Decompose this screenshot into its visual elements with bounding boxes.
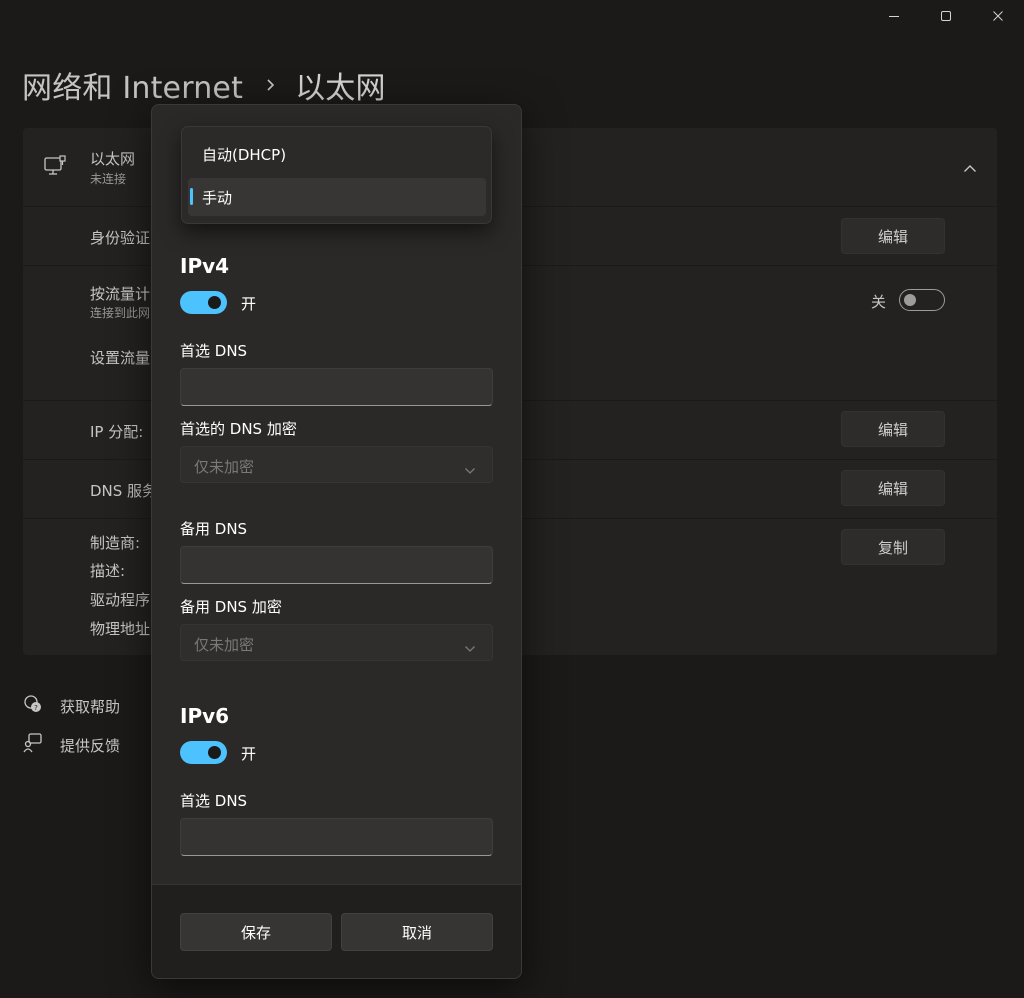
ipv4-toggle[interactable] xyxy=(180,291,227,314)
chevron-down-icon xyxy=(464,460,476,479)
mac-label: 物理地址 xyxy=(90,620,151,638)
ipv4-toggle-label: 开 xyxy=(241,295,257,313)
manufacturer-label: 制造商: xyxy=(90,534,141,552)
close-icon xyxy=(993,11,1003,21)
ip-edit-button[interactable]: 编辑 xyxy=(841,411,945,447)
breadcrumb: 网络和 Internet 以太网 xyxy=(22,62,386,108)
ipv4-preferred-enc-value: 仅未加密 xyxy=(194,458,255,476)
chevron-down-icon xyxy=(464,638,476,657)
metered-toggle-label: 关 xyxy=(870,293,886,311)
close-button[interactable] xyxy=(972,0,1024,32)
feedback-text: 提供反馈 xyxy=(60,736,121,755)
page-title: 以太网 xyxy=(295,71,386,106)
ipv4-title: IPv4 xyxy=(180,254,230,278)
metered-sub: 连接到此网 xyxy=(90,306,151,320)
minimize-icon xyxy=(889,16,899,17)
save-button[interactable]: 保存 xyxy=(180,913,332,951)
maximize-button[interactable] xyxy=(920,0,972,32)
ipv4-alternate-enc-select: 仅未加密 xyxy=(180,624,493,661)
dropdown-option-manual-label: 手动 xyxy=(202,188,233,207)
window-controls xyxy=(868,0,1024,32)
ipv4-alternate-dns-input[interactable] xyxy=(180,546,493,584)
help-links: ? 获取帮助 提供反馈 xyxy=(22,694,120,772)
copy-button[interactable]: 复制 xyxy=(841,529,945,565)
breadcrumb-parent[interactable]: 网络和 Internet xyxy=(22,63,243,107)
dropdown-option-manual[interactable]: 手动 xyxy=(188,178,486,216)
ipv4-preferred-dns-label: 首选 DNS xyxy=(180,342,248,360)
ip-label: IP 分配: xyxy=(90,423,144,441)
metered-label: 按流量计 xyxy=(90,285,151,303)
minimize-button[interactable] xyxy=(868,0,920,32)
get-help-text: 获取帮助 xyxy=(60,697,121,716)
ipv6-preferred-dns-label: 首选 DNS xyxy=(180,792,248,810)
auth-label: 身份验证 xyxy=(90,229,151,247)
ipv6-title: IPv6 xyxy=(180,704,230,728)
svg-text:?: ? xyxy=(34,704,38,712)
get-help-link[interactable]: ? 获取帮助 xyxy=(22,694,120,718)
maximize-icon xyxy=(941,11,951,21)
chevron-up-icon[interactable] xyxy=(963,159,977,178)
dropdown-option-dhcp[interactable]: 自动(DHCP) xyxy=(188,135,486,173)
dns-edit-button[interactable]: 编辑 xyxy=(841,470,945,506)
ipv6-toggle-label: 开 xyxy=(241,745,257,763)
dns-settings-dialog: IPv4 开 首选 DNS 首选的 DNS 加密 仅未加密 备用 DNS 备用 … xyxy=(151,104,522,979)
dns-label: DNS 服务 xyxy=(90,482,158,500)
help-icon: ? xyxy=(22,693,44,719)
dropdown-option-dhcp-label: 自动(DHCP) xyxy=(202,145,287,164)
ipv4-preferred-enc-select: 仅未加密 xyxy=(180,446,493,483)
ipv4-alternate-enc-value: 仅未加密 xyxy=(194,636,255,654)
ipv6-toggle[interactable] xyxy=(180,741,227,764)
selection-indicator xyxy=(190,188,193,205)
driver-label: 驱动程序 xyxy=(90,591,151,609)
ipv4-alternate-dns-label: 备用 DNS xyxy=(180,520,248,538)
feedback-link[interactable]: 提供反馈 xyxy=(22,733,120,757)
ipv4-preferred-dns-input[interactable] xyxy=(180,368,493,406)
metered-toggle[interactable] xyxy=(899,289,945,311)
ethernet-monitor-icon xyxy=(43,154,67,182)
ipv4-alternate-enc-label: 备用 DNS 加密 xyxy=(180,598,282,616)
chevron-right-icon xyxy=(259,78,281,92)
ip-mode-dropdown: 自动(DHCP) 手动 xyxy=(181,126,492,224)
description-label: 描述: xyxy=(90,562,126,580)
auth-edit-button[interactable]: 编辑 xyxy=(841,218,945,254)
ipv6-preferred-dns-input[interactable] xyxy=(180,818,493,856)
ipv4-preferred-enc-label: 首选的 DNS 加密 xyxy=(180,420,297,438)
adapter-status: 未连接 xyxy=(90,172,127,186)
dialog-footer: 保存 取消 xyxy=(152,884,521,978)
feedback-icon xyxy=(22,732,44,758)
data-limit-label: 设置流量 xyxy=(90,349,151,367)
adapter-name: 以太网 xyxy=(90,150,136,168)
cancel-button[interactable]: 取消 xyxy=(341,913,493,951)
